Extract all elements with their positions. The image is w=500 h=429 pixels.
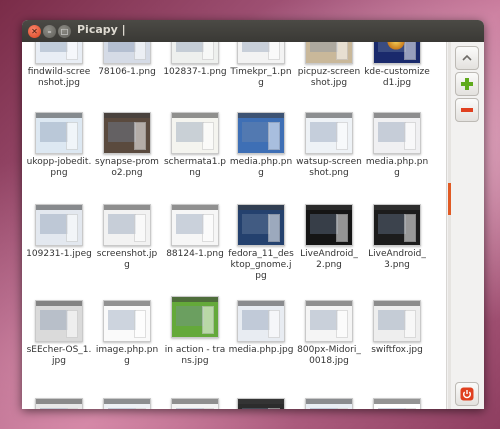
thumbnail-label: kde-customized1.jpg [364,67,430,88]
thumbnail-image[interactable] [171,204,219,246]
plus-icon [460,77,474,91]
thumbnail-image[interactable] [373,112,421,154]
thumbnail-image[interactable] [237,112,285,154]
thumbnail-image[interactable] [171,296,219,338]
thumbnail-image[interactable] [103,300,151,342]
thumbnail-label: synapse-promo2.png [95,157,159,178]
thumbnail-image[interactable] [103,204,151,246]
thumbnail-image[interactable] [373,398,421,409]
thumbnail-label: schermata1.png [163,157,227,178]
thumbnail-image[interactable] [171,112,219,154]
thumbnail-label: swiftfox.jpg [371,345,423,355]
picapy-window: ✕ – □ Picapy | findwild-screenshot.jpg 78… [22,20,484,409]
chevron-up-icon [461,53,473,63]
thumbnail-image[interactable] [237,42,285,64]
thumbnail-image[interactable] [373,204,421,246]
thumbnail-image[interactable] [237,398,285,409]
minus-icon [460,103,474,117]
thumbnail-label: LiveAndroid_2.png [300,249,358,270]
thumbnail-image[interactable] [237,204,285,246]
thumbnail-view[interactable]: findwild-screenshot.jpg 78106-1.png 102837… [22,42,447,409]
quit-button[interactable] [455,382,479,406]
thumbnail-label: 109231-1.jpeg [26,249,92,259]
titlebar[interactable]: ✕ – □ Picapy | [22,20,484,43]
thumbnail-label: 102837-1.png [163,67,227,77]
thumbnail-image[interactable] [373,42,421,64]
thumbnail-label: watsup-screenshot.png [296,157,362,178]
thumbnail-label: 800px-Midori_0018.jpg [297,345,361,366]
thumbnail-image[interactable] [35,42,83,64]
power-icon [460,387,474,401]
thumbnail-label: media.php.png [229,157,293,178]
thumbnail-image[interactable] [35,300,83,342]
thumbnail-image[interactable] [171,42,219,64]
minimize-window-button[interactable]: – [43,25,56,38]
thumbnail-image[interactable] [171,398,219,409]
thumbnail-label: sEEcher-OS_1.jpg [26,345,92,366]
scroll-up-button[interactable] [455,46,479,70]
thumbnail-image[interactable] [373,300,421,342]
thumbnail-image[interactable] [305,42,353,64]
thumbnail-label: 78106-1.png [98,67,156,77]
thumbnail-label: screenshot.jpg [96,249,158,270]
thumbnail-image[interactable] [305,398,353,409]
thumbnail-image[interactable] [35,112,83,154]
thumbnail-label: 88124-1.png [166,249,224,259]
thumbnail-label: media.php.jpg [228,345,294,355]
thumbnail-image[interactable] [35,204,83,246]
thumbnail-image[interactable] [305,112,353,154]
thumbnail-image[interactable] [237,300,285,342]
thumbnail-image[interactable] [103,112,151,154]
thumbnail-label: in action - trans.jpg [164,345,226,366]
side-panel [446,42,484,409]
thumbnail-label: findwild-screenshot.jpg [27,67,91,88]
thumbnail-label: media.php.png [365,157,429,178]
thumbnail-image[interactable] [103,42,151,64]
thumbnail-label: image.php.png [95,345,159,366]
add-image-button[interactable] [455,72,479,96]
thumbnail-label: fedora_11_desktop_gnome.jpg [228,249,294,281]
thumbnail-label: Timekpr_1.png [230,67,292,88]
close-window-button[interactable]: ✕ [28,25,41,38]
maximize-window-button[interactable]: □ [58,25,71,38]
thumbnail-image[interactable] [305,204,353,246]
scrollbar-track[interactable] [448,42,451,409]
scrollbar-thumb[interactable] [448,183,451,215]
remove-image-button[interactable] [455,98,479,122]
thumbnail-image[interactable] [35,398,83,409]
thumbnail-label: LiveAndroid_3.png [368,249,426,270]
thumbnail-image[interactable] [103,398,151,409]
thumbnail-image[interactable] [305,300,353,342]
window-title: Picapy | [77,23,126,36]
thumbnail-label: picpuz-screenshot.jpg [297,67,361,88]
thumbnail-label: ukopp-jobedit.png [26,157,92,178]
